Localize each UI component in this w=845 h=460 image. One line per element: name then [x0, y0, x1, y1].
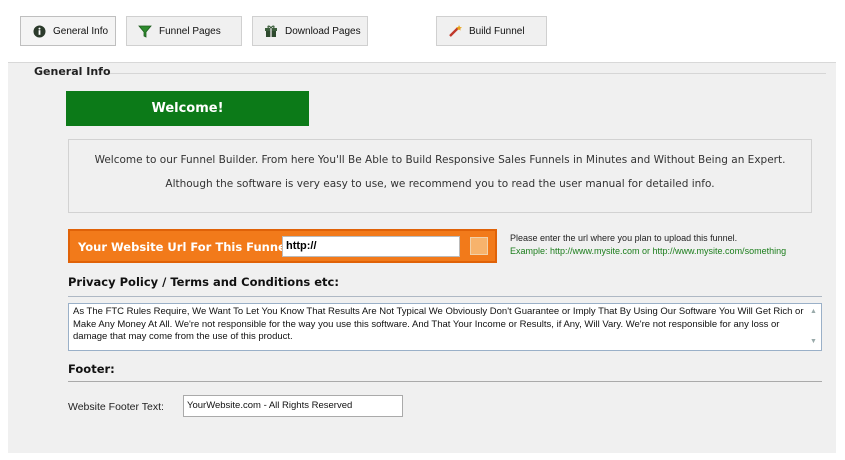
scroll-up-icon[interactable]: ▲	[810, 306, 817, 319]
privacy-title: Privacy Policy / Terms and Conditions et…	[68, 275, 339, 289]
website-url-example: Example: http://www.mysite.com or http:/…	[510, 246, 787, 256]
privacy-divider	[68, 296, 822, 297]
website-url-hint: Please enter the url where you plan to u…	[510, 233, 738, 243]
info-icon	[31, 23, 47, 39]
footer-title: Footer:	[68, 362, 115, 376]
tab-funnel-pages[interactable]: Funnel Pages	[126, 16, 242, 46]
funnel-icon	[137, 23, 153, 39]
welcome-text-line1: Welcome to our Funnel Builder. From here…	[94, 154, 786, 166]
tab-general-info[interactable]: General Info	[20, 16, 116, 46]
group-divider	[110, 73, 826, 74]
gift-icon	[263, 23, 279, 39]
welcome-text-line2: Although the software is very easy to us…	[165, 178, 715, 190]
privacy-textarea[interactable]: As The FTC Rules Require, We Want To Let…	[68, 303, 822, 351]
footer-text-input[interactable]: YourWebsite.com - All Rights Reserved	[183, 395, 403, 417]
website-url-label: Your Website Url For This Funnel:	[78, 240, 295, 254]
tab-label: Build Funnel	[469, 25, 525, 37]
magic-wand-icon	[447, 23, 463, 39]
privacy-scrollbar[interactable]: ▲ ▼	[809, 306, 819, 348]
tab-label: Funnel Pages	[159, 25, 221, 37]
tab-label: Download Pages	[285, 25, 361, 37]
footer-text-label: Website Footer Text:	[68, 401, 164, 413]
tab-download-pages[interactable]: Download Pages	[252, 16, 368, 46]
welcome-banner: Welcome!	[66, 91, 309, 126]
footer-divider	[68, 381, 822, 382]
group-title: General Info	[34, 65, 111, 78]
privacy-text: As The FTC Rules Require, We Want To Let…	[73, 306, 804, 342]
welcome-info-box: Welcome to our Funnel Builder. From here…	[68, 139, 812, 213]
scroll-down-icon[interactable]: ▼	[810, 336, 817, 349]
tab-build-funnel[interactable]: Build Funnel	[436, 16, 547, 46]
website-url-input[interactable]: http://	[282, 236, 460, 257]
tab-bar: General Info Funnel Pages Download Pages…	[0, 0, 845, 60]
website-url-box: Your Website Url For This Funnel: http:/…	[68, 229, 497, 263]
tab-label: General Info	[53, 25, 109, 37]
website-url-button[interactable]	[470, 237, 488, 255]
